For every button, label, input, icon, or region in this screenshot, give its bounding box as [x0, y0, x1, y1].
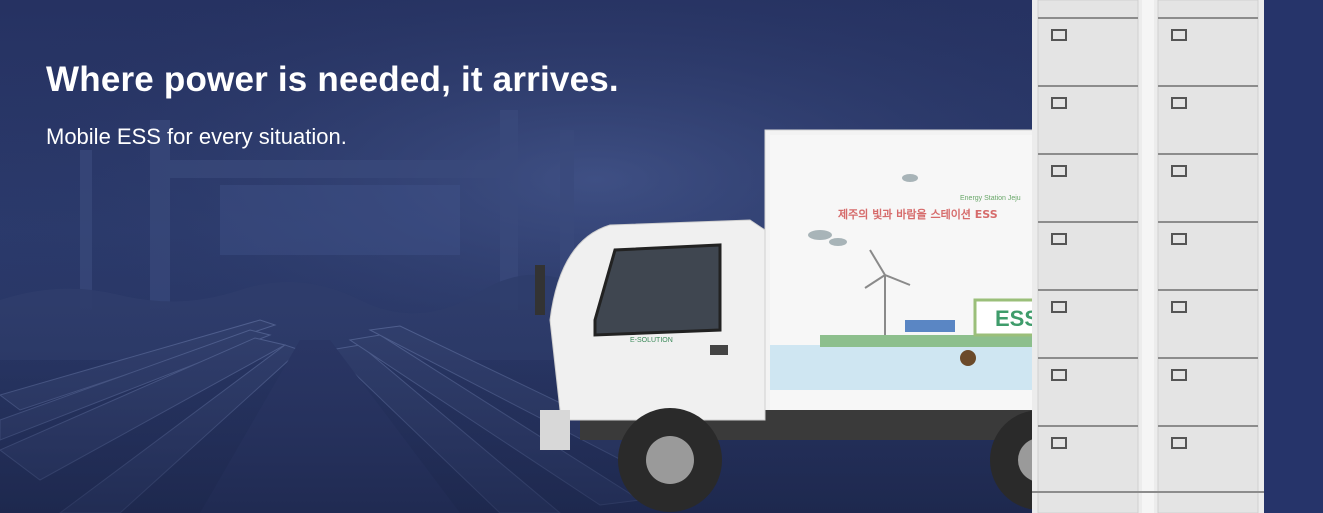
subheadline: Mobile ESS for every situation. — [46, 124, 347, 149]
headline: Where power is needed, it arrives. — [46, 60, 619, 99]
cargo-heading: 제주의 빛과 바람을 스테이션 ESS — [838, 207, 998, 221]
cargo-box: ESS Energy Station Jeju 제주의 빛과 바람을 스테이션 … — [764, 129, 1060, 416]
cargo-small-text: Energy Station Jeju — [960, 195, 1021, 202]
door-logo: E-SOLUTION — [630, 337, 673, 344]
character-icon — [960, 350, 976, 366]
side-mirror — [535, 265, 545, 315]
front-wheel — [618, 408, 722, 512]
ess-battery-rack — [1032, 0, 1264, 513]
solar-panel-icon — [905, 320, 955, 332]
hero-banner: Where power is needed, it arrives. Mobil… — [0, 0, 1323, 513]
ess-truck-illustration: ESS Energy Station Jeju 제주의 빛과 바람을 스테이션 … — [535, 129, 1060, 512]
